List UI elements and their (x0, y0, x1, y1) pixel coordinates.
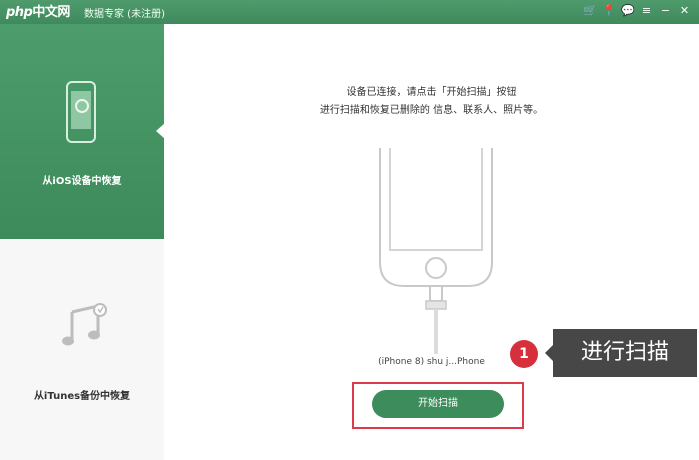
music-note-icon (62, 303, 107, 346)
sidebar-item-label-itunes: 从iTunes备份中恢复 (33, 391, 131, 402)
minimize-icon[interactable]: − (659, 3, 672, 19)
sidebar: 从iOS设备中恢复 从iTunes备份中恢复 (0, 24, 165, 460)
sidebar-item-label-ios: 从iOS设备中恢复 (42, 176, 122, 187)
callout-label: 进行扫描 (553, 329, 697, 377)
sidebar-item-ios-recovery[interactable]: 从iOS设备中恢复 (0, 24, 165, 239)
step-number-badge: 1 (510, 340, 538, 368)
callout-pointer (545, 345, 553, 361)
titlebar-icons: 🛒 📍 💬 ≡ − ✕ (583, 3, 691, 19)
watermark-logo: php中文网 (6, 1, 70, 20)
chat-icon[interactable]: 💬 (621, 3, 635, 19)
close-icon[interactable]: ✕ (678, 3, 691, 19)
title-bar: php中文网 数据专家 (未注册) 🛒 📍 💬 ≡ − ✕ (0, 0, 699, 24)
home-button-icon (425, 257, 447, 279)
app-title: 数据专家 (未注册) (84, 9, 165, 20)
cart-icon[interactable]: 🛒 (583, 3, 597, 19)
start-scan-button[interactable]: 开始扫描 (372, 390, 504, 418)
phone-icon (66, 81, 96, 143)
main-panel: 设备已连接，请点击「开始扫描」按钮 进行扫描和恢复已删除的 信息、联系人、照片等… (164, 24, 699, 460)
watermark-text: 中文网 (32, 5, 70, 20)
watermark-php: php (6, 5, 33, 20)
pin-icon[interactable]: 📍 (602, 3, 616, 19)
menu-icon[interactable]: ≡ (640, 3, 653, 19)
sidebar-item-itunes-recovery[interactable]: 从iTunes备份中恢复 (0, 240, 164, 460)
app-window: php中文网 数据专家 (未注册) 🛒 📍 💬 ≡ − ✕ 从iOS设备中恢复 (0, 0, 699, 460)
